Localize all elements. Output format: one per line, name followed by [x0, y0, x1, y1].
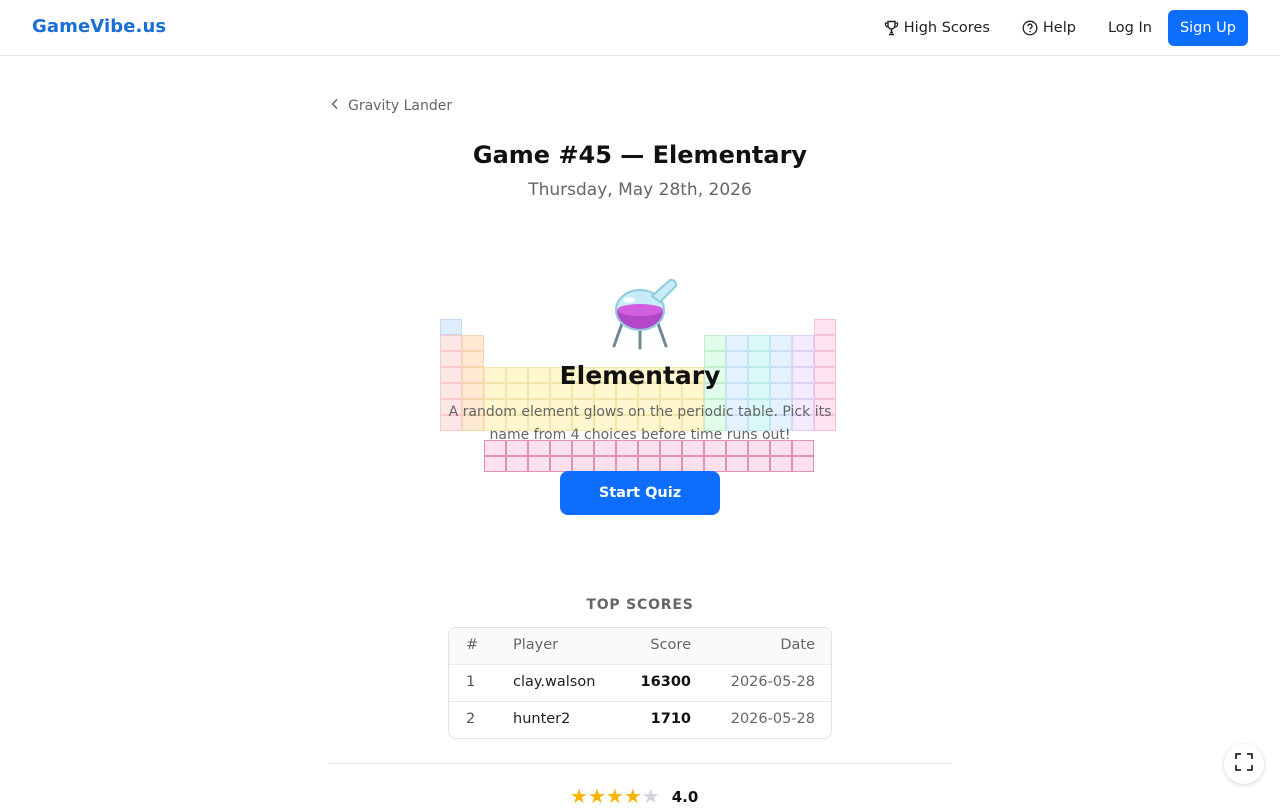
periodic-cell [792, 456, 814, 472]
nav-help-label: Help [1042, 20, 1076, 36]
periodic-cell [704, 335, 726, 351]
periodic-cell [528, 456, 550, 472]
table-header-row: # Player Score Date [449, 628, 831, 665]
help-icon [1022, 20, 1038, 36]
periodic-cell [440, 319, 462, 335]
row-rank: 2 [466, 711, 476, 727]
periodic-cell [638, 456, 660, 472]
col-score-header: Score [650, 637, 691, 653]
nav-links: High Scores Help Log In Sign Up [868, 10, 1248, 46]
star-icon[interactable]: ★ [606, 784, 624, 808]
col-player-header: Player [513, 637, 559, 653]
periodic-cell [506, 456, 528, 472]
rating-widget[interactable]: ★★★★★ 4.0 [570, 786, 698, 807]
periodic-cell [616, 456, 638, 472]
row-rank: 1 [466, 674, 476, 690]
periodic-cell [814, 335, 836, 351]
star-icon[interactable]: ★ [624, 784, 642, 808]
star-icon[interactable]: ★ [588, 784, 606, 808]
top-navbar: GameVibe.us High Scores Help Log In Sign… [0, 0, 1280, 56]
periodic-cell [704, 456, 726, 472]
periodic-cell [682, 456, 704, 472]
page-title: Game #45 — Elementary [472, 141, 808, 169]
section-divider [328, 763, 952, 764]
row-date: 2026-05-28 [730, 674, 815, 690]
nav-high-scores[interactable]: High Scores [868, 10, 1006, 46]
star-rating[interactable]: ★★★★★ [570, 786, 660, 807]
row-score: 1710 [650, 711, 691, 727]
row-score: 16300 [640, 674, 691, 690]
flask-icon [600, 270, 680, 350]
row-player: hunter2 [513, 711, 571, 727]
nav-high-scores-label: High Scores [903, 20, 990, 36]
signup-button[interactable]: Sign Up [1167, 10, 1248, 46]
start-quiz-button[interactable]: Start Quiz [560, 471, 720, 515]
periodic-cell [550, 456, 572, 472]
star-icon[interactable]: ★ [570, 784, 588, 808]
page-date: Thursday, May 28th, 2026 [528, 180, 752, 200]
periodic-cell [748, 456, 770, 472]
col-date-header: Date [780, 637, 815, 653]
row-date: 2026-05-28 [730, 711, 815, 727]
periodic-cell [792, 335, 814, 351]
periodic-cell [594, 456, 616, 472]
periodic-cell [770, 456, 792, 472]
periodic-cell [572, 456, 594, 472]
periodic-cell [440, 335, 462, 351]
periodic-cell [660, 456, 682, 472]
trophy-icon [884, 20, 899, 36]
top-scores-heading: TOP SCORES [586, 597, 694, 613]
chevron-left-icon [330, 98, 340, 114]
periodic-cell [462, 335, 484, 351]
fullscreen-icon [1235, 753, 1253, 775]
game-description: A random element glows on the periodic t… [448, 404, 832, 443]
periodic-cell [726, 456, 748, 472]
rating-value: 4.0 [671, 787, 699, 806]
table-row: 1 clay.walson 16300 2026-05-28 [449, 665, 831, 702]
nav-login[interactable]: Log In [1092, 10, 1168, 46]
nav-help[interactable]: Help [1006, 10, 1092, 46]
game-name: Elementary [559, 361, 721, 390]
scores-table: # Player Score Date 1 clay.walson 16300 … [448, 627, 832, 739]
periodic-cell [770, 335, 792, 351]
game-hero: Elementary A random element glows on the… [440, 270, 840, 530]
periodic-cell [726, 335, 748, 351]
periodic-cell [814, 319, 836, 335]
brand-logo[interactable]: GameVibe.us [32, 16, 166, 37]
row-player: clay.walson [513, 674, 596, 690]
table-row: 2 hunter2 1710 2026-05-28 [449, 702, 831, 738]
back-link[interactable]: Gravity Lander [330, 98, 452, 114]
back-link-label: Gravity Lander [348, 98, 453, 114]
periodic-cell [484, 456, 506, 472]
periodic-cell [748, 335, 770, 351]
fullscreen-button[interactable] [1224, 744, 1264, 784]
star-icon[interactable]: ★ [642, 784, 660, 808]
col-rank-header: # [466, 637, 479, 653]
